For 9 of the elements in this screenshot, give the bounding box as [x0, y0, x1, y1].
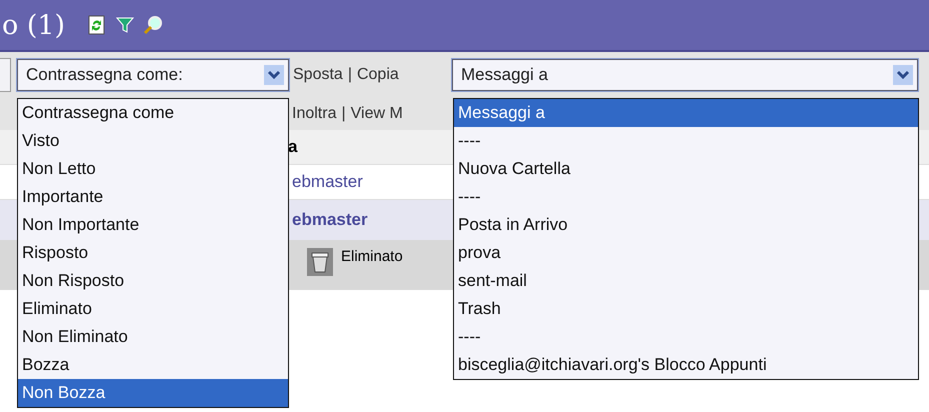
separator: | [348, 66, 352, 84]
column-title: a [288, 137, 298, 157]
sender-name: ebmaster [292, 172, 363, 192]
folder-title: o (1) [2, 10, 66, 40]
separator: | [341, 105, 346, 123]
select-value: Messaggi a [461, 65, 549, 85]
status-label: Eliminato [341, 248, 403, 265]
select-value: Contrassegna come: [26, 65, 184, 85]
sender-name: ebmaster [292, 210, 368, 230]
